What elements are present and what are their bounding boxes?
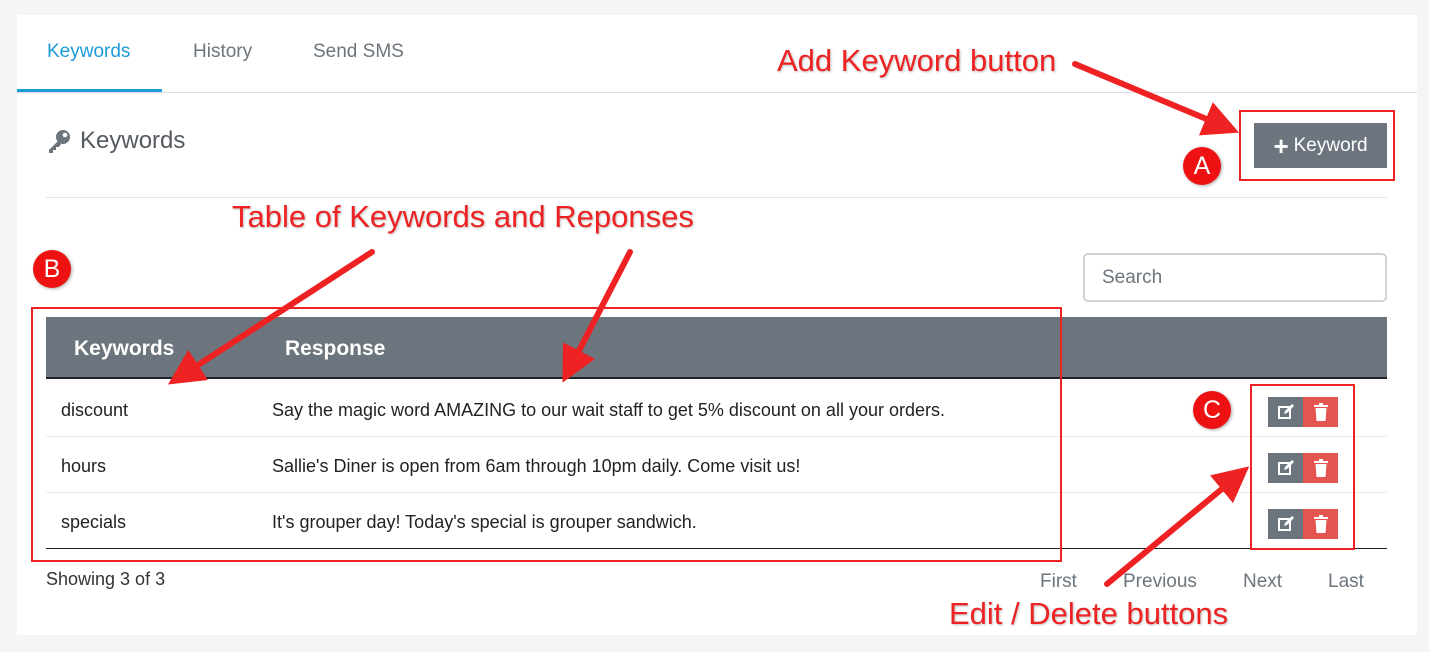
annotation-table-label: Table of Keywords and Reponses (232, 199, 694, 234)
pagination-next[interactable]: Next (1243, 571, 1282, 593)
annotation-box-add-button (1239, 110, 1395, 181)
page-title: Keywords (80, 127, 186, 154)
divider (46, 197, 1387, 198)
pagination-first[interactable]: First (1040, 571, 1077, 593)
annotation-box-actions (1250, 384, 1355, 550)
annotation-edit-delete-label: Edit / Delete buttons (949, 596, 1229, 631)
tab-history[interactable]: History (193, 41, 252, 63)
tab-keywords[interactable]: Keywords (47, 41, 130, 63)
annotation-add-keyword-label: Add Keyword button (777, 43, 1057, 78)
active-tab-indicator (17, 89, 162, 92)
annotation-marker-c: C (1193, 391, 1231, 429)
tab-send-sms[interactable]: Send SMS (313, 41, 404, 63)
key-icon (49, 130, 70, 153)
annotation-box-table (31, 307, 1062, 562)
annotation-marker-b: B (33, 250, 71, 288)
tab-bar: Keywords History Send SMS (17, 15, 1417, 93)
showing-count: Showing 3 of 3 (46, 569, 166, 589)
pagination-previous[interactable]: Previous (1123, 571, 1197, 593)
pagination-last[interactable]: Last (1328, 571, 1364, 593)
annotation-marker-a: A (1183, 147, 1221, 185)
search-input[interactable] (1083, 253, 1387, 302)
section-heading: Keywords (46, 127, 185, 155)
